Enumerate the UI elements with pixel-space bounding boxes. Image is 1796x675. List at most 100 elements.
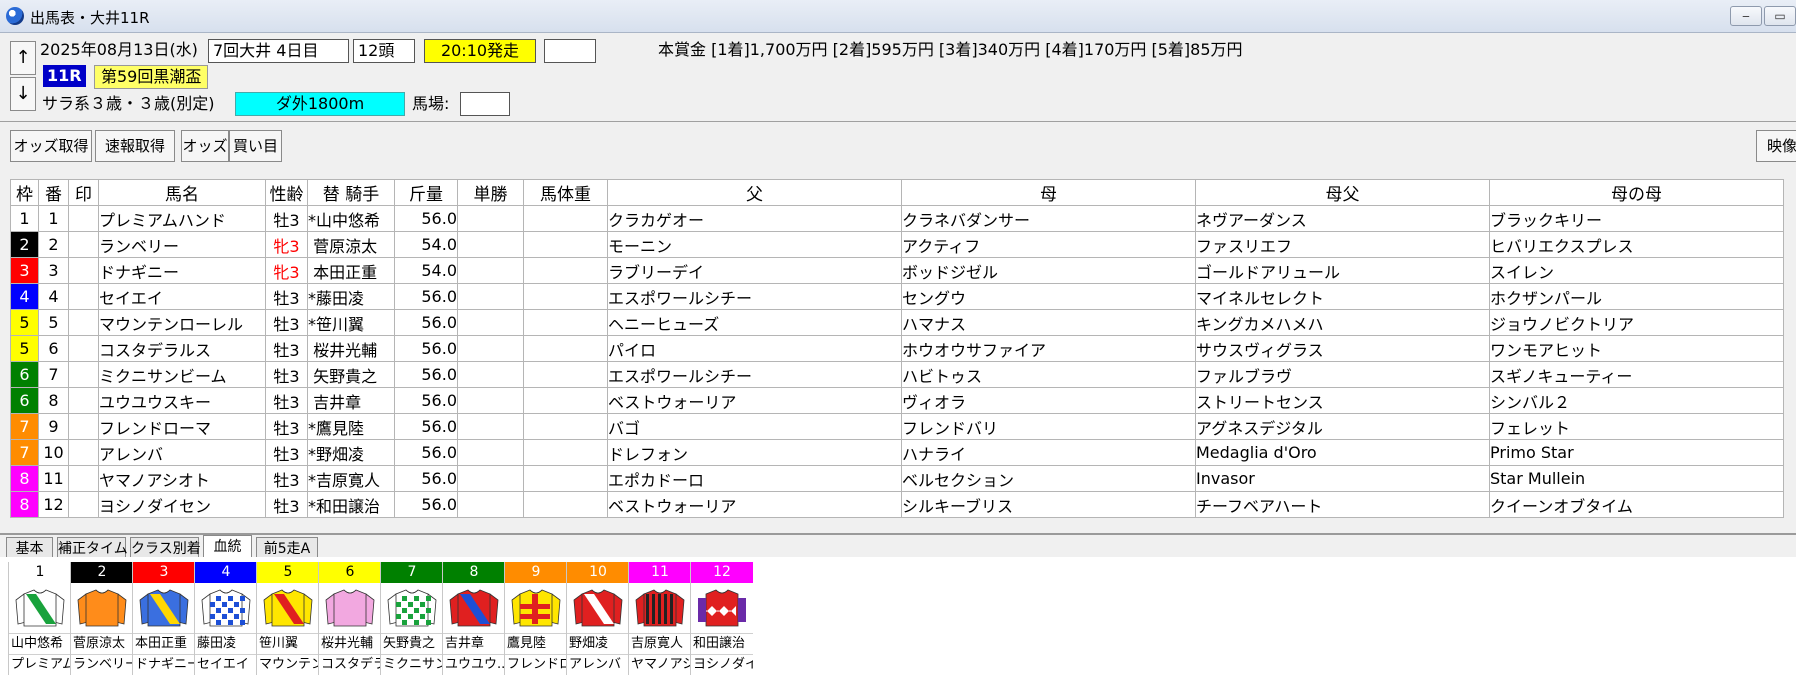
silk-column[interactable]: 10 野畑凌 アレンバ	[566, 562, 629, 675]
body-weight-cell[interactable]	[523, 309, 608, 336]
track-condition-field[interactable]	[460, 92, 510, 116]
win-odds-cell[interactable]	[457, 257, 524, 284]
win-odds-cell[interactable]	[457, 309, 524, 336]
win-odds-cell[interactable]	[457, 439, 524, 466]
frame-number: 6	[10, 387, 39, 414]
col-header-waku[interactable]: 枠	[10, 179, 39, 206]
mark-cell[interactable]	[68, 361, 99, 388]
odds-fetch-button[interactable]: オッズ取得	[10, 130, 92, 162]
table-row[interactable]: 3 3 ドナギニー 牝3 本田正重 54.0 ラブリーデイ ボッドジゼル ゴールドアリュールス…	[10, 257, 1784, 284]
damsire-name: ファスリエフ	[1195, 231, 1490, 258]
silk-image	[257, 583, 319, 633]
silk-jockey-name: 野畑凌	[567, 633, 629, 654]
col-header-weight[interactable]: 斤量	[394, 179, 458, 206]
body-weight-cell[interactable]	[523, 283, 608, 310]
silk-horse-name: セイエイ	[195, 654, 257, 675]
silk-horse-name: プレミアム	[9, 654, 71, 675]
table-row[interactable]: 8 11 ヤマノアシオト 牡3 *吉原寛人 56.0 エポカドーロ ベルセクション Invaso…	[10, 465, 1784, 492]
body-weight-cell[interactable]	[523, 257, 608, 284]
damsire-name: ストリートセンス	[1195, 387, 1490, 414]
win-odds-cell[interactable]	[457, 231, 524, 258]
horse-name: コスタデラルス	[98, 335, 266, 362]
silk-horse-name: ドナギニー	[133, 654, 195, 675]
win-odds-cell[interactable]	[457, 387, 524, 414]
col-header-ban[interactable]: 番	[38, 179, 69, 206]
body-weight-cell[interactable]	[523, 205, 608, 232]
win-odds-cell[interactable]	[457, 491, 524, 518]
win-odds-cell[interactable]	[457, 465, 524, 492]
win-odds-cell[interactable]	[457, 413, 524, 440]
body-weight-cell[interactable]	[523, 465, 608, 492]
mark-cell[interactable]	[68, 257, 99, 284]
next-race-button[interactable]: ↓	[10, 77, 36, 111]
body-weight-cell[interactable]	[523, 361, 608, 388]
maximize-button[interactable]: ▭	[1764, 6, 1796, 26]
table-row[interactable]: 8 12 ヨシノダイセン 牡3 *和田譲治 56.0 ベストウォーリア シルキーブリス チーフベ…	[10, 491, 1784, 518]
silk-column[interactable]: 9 鷹見陸 フレンドロ	[504, 562, 567, 675]
body-weight-cell[interactable]	[523, 439, 608, 466]
table-row[interactable]: 2 2 ランベリー 牝3 菅原涼太 54.0 モーニン アクティフ ファスリエフ ヒバリエクスプ…	[10, 231, 1784, 258]
win-odds-cell[interactable]	[457, 361, 524, 388]
col-header-jockey[interactable]: 替 騎手	[307, 179, 395, 206]
jockey-name: *和田譲治	[307, 491, 395, 518]
mark-cell[interactable]	[68, 439, 99, 466]
frame-number: 5	[10, 309, 39, 336]
blank-field[interactable]	[544, 39, 596, 63]
silk-column[interactable]: 8 吉井章 ユウユウ...	[442, 562, 505, 675]
silk-jockey-name: 藤田凌	[195, 633, 257, 654]
bets-button[interactable]: 買い目	[229, 130, 282, 162]
body-weight-cell[interactable]	[523, 335, 608, 362]
mark-cell[interactable]	[68, 335, 99, 362]
silk-column[interactable]: 6 桜井光輔 コスタデラ	[318, 562, 381, 675]
col-header-dam[interactable]: 母	[901, 179, 1196, 206]
mark-cell[interactable]	[68, 205, 99, 232]
win-odds-cell[interactable]	[457, 205, 524, 232]
mark-cell[interactable]	[68, 491, 99, 518]
table-row[interactable]: 5 6 コスタデラルス 牡3 桜井光輔 56.0 パイロ ホウオウサファイア サウスヴィグラス…	[10, 335, 1784, 362]
col-header-mark[interactable]: 印	[68, 179, 99, 206]
col-header-sire[interactable]: 父	[607, 179, 902, 206]
body-weight-cell[interactable]	[523, 231, 608, 258]
mark-cell[interactable]	[68, 231, 99, 258]
silk-column[interactable]: 4 藤田凌 セイエイ	[194, 562, 257, 675]
video-button[interactable]: 映像	[1756, 130, 1796, 162]
col-header-body-weight[interactable]: 馬体重	[523, 179, 608, 206]
table-row[interactable]: 4 4 セイエイ 牡3 *藤田凌 56.0 エスポワールシチー セングウ マイネルセレクト ホクザ…	[10, 283, 1784, 310]
silk-column[interactable]: 5 笹川翼 マウンテン	[256, 562, 319, 675]
jockey-silks-icon	[573, 589, 623, 627]
table-row[interactable]: 7 9 フレンドローマ 牡3 *鷹見陸 56.0 バゴ フレンドバリ アグネスデジタル フェレット	[10, 413, 1784, 440]
col-header-sex-age[interactable]: 性齢	[265, 179, 308, 206]
body-weight-cell[interactable]	[523, 413, 608, 440]
mark-cell[interactable]	[68, 465, 99, 492]
carried-weight: 56.0	[394, 205, 458, 232]
col-header-damdam[interactable]: 母の母	[1489, 179, 1784, 206]
col-header-damsire[interactable]: 母父	[1195, 179, 1490, 206]
odds-button[interactable]: オッズ	[181, 130, 229, 162]
win-odds-cell[interactable]	[457, 283, 524, 310]
silk-column[interactable]: 1 山中悠希 プレミアム	[8, 562, 71, 675]
quick-fetch-button[interactable]: 速報取得	[95, 130, 175, 162]
silk-column[interactable]: 3 本田正重 ドナギニー	[132, 562, 195, 675]
mark-cell[interactable]	[68, 413, 99, 440]
body-weight-cell[interactable]	[523, 491, 608, 518]
horse-name: アレンバ	[98, 439, 266, 466]
prev-race-button[interactable]: ↑	[10, 41, 36, 75]
table-row[interactable]: 7 10 アレンバ 牡3 *野畑凌 56.0 ドレフォン ハナライ Medaglia d'Oro…	[10, 439, 1784, 466]
mark-cell[interactable]	[68, 309, 99, 336]
table-row[interactable]: 6 7 ミクニサンビーム 牡3 矢野貴之 56.0 エスポワールシチー ハビトゥス ファルブラ…	[10, 361, 1784, 388]
damsire-name: Invasor	[1195, 465, 1490, 492]
minimize-button[interactable]: ‒	[1730, 6, 1762, 26]
silk-column[interactable]: 11 吉原寛人 ヤマノアシ	[628, 562, 691, 675]
mark-cell[interactable]	[68, 387, 99, 414]
silk-column[interactable]: 7 矢野貴之 ミクニサン	[380, 562, 443, 675]
col-header-win-odds[interactable]: 単勝	[457, 179, 524, 206]
table-row[interactable]: 6 8 ユウユウスキー 牡3 吉井章 56.0 ベストウォーリア ヴィオラ ストリートセンスシ…	[10, 387, 1784, 414]
silk-column[interactable]: 2 菅原涼太 ランベリー	[70, 562, 133, 675]
win-odds-cell[interactable]	[457, 335, 524, 362]
silk-column[interactable]: 12 和田譲治 ヨシノダイ	[690, 562, 753, 675]
mark-cell[interactable]	[68, 283, 99, 310]
table-row[interactable]: 1 1 プレミアムハンド 牡3 *山中悠希 56.0 クラカゲオー クラネバダンサー ネヴアーダ…	[10, 205, 1784, 232]
table-row[interactable]: 5 5 マウンテンローレル 牡3 *笹川翼 56.0 ヘニーヒューズ ハマナス キングカメハメハ…	[10, 309, 1784, 336]
body-weight-cell[interactable]	[523, 387, 608, 414]
col-header-horse[interactable]: 馬名	[98, 179, 266, 206]
